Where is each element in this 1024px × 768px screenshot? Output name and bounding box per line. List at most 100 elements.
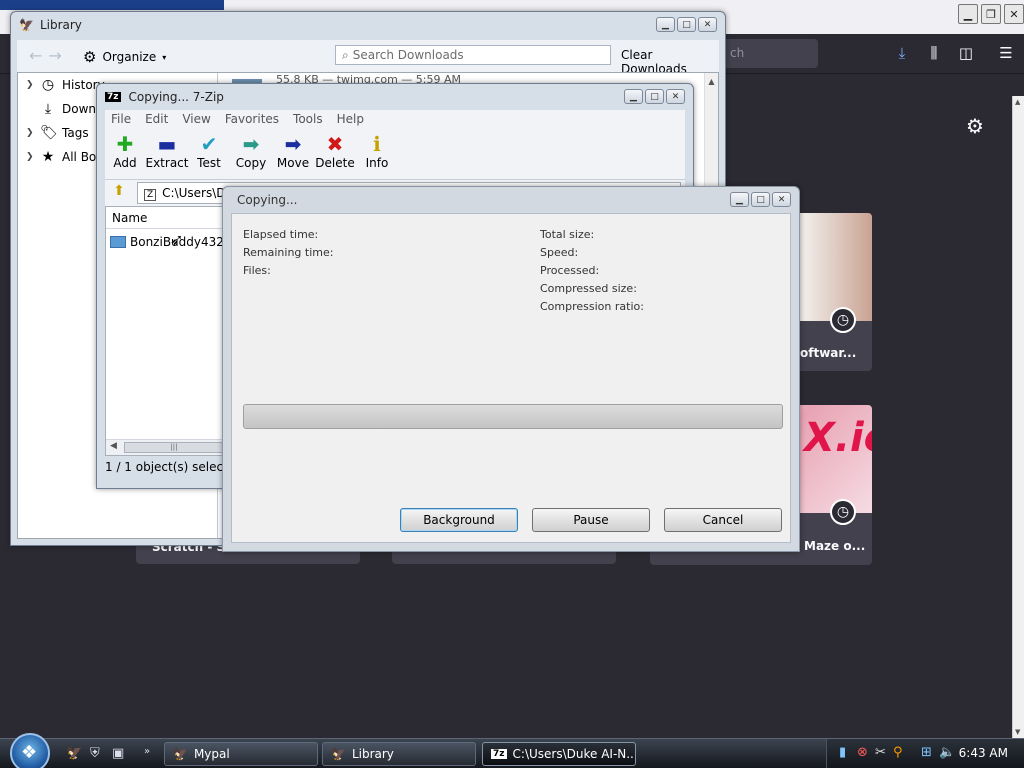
total-size-label: Total size:	[540, 228, 595, 241]
expand-icon[interactable]: ❯	[26, 152, 34, 162]
move-button[interactable]: ➡ Move	[273, 132, 313, 170]
tree-item-history[interactable]: ❯ ◷ History	[26, 77, 105, 93]
close-icon[interactable]: ✕	[1004, 4, 1024, 24]
tray-app-icon[interactable]: ▮	[839, 745, 846, 760]
delete-icon: ✖	[326, 132, 344, 156]
scroll-left-icon[interactable]: ◀	[110, 441, 117, 451]
folder-up-icon[interactable]: ⬆	[109, 183, 129, 203]
mouse-cursor-icon: ➶	[170, 230, 184, 249]
restore-icon[interactable]: ❐	[981, 4, 1001, 24]
remaining-time-label: Remaining time:	[243, 246, 334, 259]
tray-error-icon[interactable]: ⊗	[857, 745, 868, 760]
tray-tools-icon[interactable]: ✂	[875, 745, 886, 760]
gear-icon[interactable]: ⚙	[966, 114, 984, 138]
archive-icon: Z	[144, 189, 157, 201]
pause-button[interactable]: Pause	[532, 508, 650, 532]
task-label: C:\Users\Duke AI-N...	[512, 747, 636, 761]
sidebar-icon[interactable]: ◫	[956, 44, 976, 62]
extract-button[interactable]: ▬ Extract	[145, 132, 189, 170]
delete-button[interactable]: ✖ Delete	[313, 132, 357, 170]
menu-help[interactable]: Help	[337, 112, 364, 126]
browser-window-controls: ▁ ❐ ✕	[958, 4, 1024, 24]
quicklaunch-more-icon[interactable]: »	[144, 746, 150, 757]
clock-icon: ◷	[830, 499, 856, 525]
close-icon[interactable]: ✕	[666, 89, 685, 104]
scrollbar-thumb[interactable]: |||	[124, 442, 224, 453]
browser-search-input[interactable]: ch	[722, 39, 818, 68]
download-icon[interactable]: ⤓	[892, 44, 912, 62]
browser-scrollbar[interactable]: ▲ ▼	[1012, 96, 1024, 738]
taskbar-item-mypal[interactable]: 🦅 Mypal	[164, 742, 318, 766]
taskbar-clock[interactable]: 6:43 AM	[959, 746, 1008, 760]
add-label: Add	[113, 156, 137, 170]
library-titlebar[interactable]: 🦅 Library	[11, 12, 725, 38]
add-button[interactable]: ✚ Add	[105, 132, 145, 170]
library-app-icon: 🦅	[19, 18, 34, 32]
7zip-titlebar[interactable]: 7z Copying... 7-Zip	[97, 84, 693, 110]
background-button[interactable]: Background	[400, 508, 518, 532]
minimize-icon[interactable]: ▁	[656, 17, 675, 32]
copy-button[interactable]: ➡ Copy	[231, 132, 271, 170]
7zip-menubar: File Edit View Favorites Tools Help	[105, 110, 685, 128]
expand-icon[interactable]: ❯	[26, 80, 34, 90]
menu-icon[interactable]: ☰	[996, 44, 1016, 62]
move-label: Move	[276, 156, 310, 170]
minimize-icon[interactable]: ▁	[730, 192, 749, 207]
menu-file[interactable]: File	[111, 112, 131, 126]
minimize-icon[interactable]: ▁	[958, 4, 978, 24]
tray-search-icon[interactable]: ⚲	[893, 745, 903, 760]
library-window-controls: ▁ □ ✕	[656, 17, 717, 32]
copying-title: Copying...	[237, 193, 298, 207]
progress-bar	[243, 404, 783, 429]
scroll-up-icon[interactable]: ▲	[705, 77, 718, 86]
cancel-button[interactable]: Cancel	[664, 508, 782, 532]
taskbar-item-7zip[interactable]: 7z C:\Users\Duke AI-N...	[482, 742, 636, 766]
copying-dialog: Copying... ▁ □ ✕ Elapsed time: Remaining…	[222, 186, 800, 552]
tree-item-label: Tags	[62, 126, 89, 140]
quicklaunch-shield-icon[interactable]: ⛨	[90, 746, 100, 761]
search-input[interactable]: ⌕ Search Downloads	[335, 45, 611, 65]
scroll-down-icon[interactable]: ▼	[1015, 728, 1020, 736]
library-toolbar: ←→ ⚙ Organize ▾ ⌕ Search Downloads Clear …	[17, 40, 719, 76]
network-icon[interactable]: ⊞	[921, 745, 932, 760]
back-forward-icon[interactable]: ←→	[29, 46, 68, 65]
menu-edit[interactable]: Edit	[145, 112, 168, 126]
minimize-icon[interactable]: ▁	[624, 89, 643, 104]
expand-icon[interactable]: ❯	[26, 128, 34, 138]
menu-view[interactable]: View	[182, 112, 210, 126]
close-icon[interactable]: ✕	[698, 17, 717, 32]
maximize-icon[interactable]: □	[677, 17, 696, 32]
delete-label: Delete	[315, 156, 355, 170]
taskbar-item-library[interactable]: 🦅 Library	[322, 742, 476, 766]
library-icon[interactable]: ⫼	[924, 44, 944, 62]
organize-button[interactable]: ⚙ Organize ▾	[83, 48, 166, 66]
search-icon: ⌕	[342, 48, 349, 62]
organize-label: Organize	[102, 50, 157, 64]
files-label: Files:	[243, 264, 271, 277]
scroll-up-icon[interactable]: ▲	[1015, 98, 1020, 106]
history-icon: ◷	[41, 77, 55, 93]
processed-label: Processed:	[540, 264, 600, 277]
maximize-icon[interactable]: □	[751, 192, 770, 207]
test-label: Test	[197, 156, 221, 170]
start-button[interactable]: ❖	[10, 733, 50, 768]
copying-titlebar[interactable]: Copying...	[223, 187, 799, 213]
info-button[interactable]: ℹ Info	[357, 132, 397, 170]
quicklaunch-desktop-icon[interactable]: ▣	[112, 746, 124, 761]
menu-favorites[interactable]: Favorites	[225, 112, 279, 126]
compression-ratio-label: Compression ratio:	[540, 300, 644, 313]
extract-icon: ▬	[157, 132, 177, 156]
tree-item-tags[interactable]: ❯ 🏷 Tags	[26, 125, 89, 141]
tag-icon: 🏷	[40, 125, 58, 141]
copying-window-controls: ▁ □ ✕	[730, 192, 791, 207]
taskbar: ❖ 🦅 ⛨ ▣ » 🦅 Mypal 🦅 Library 7z C:\Users\…	[0, 733, 1024, 768]
volume-icon[interactable]: 🔈	[939, 745, 955, 760]
menu-tools[interactable]: Tools	[293, 112, 323, 126]
quicklaunch-browser-icon[interactable]: 🦅	[66, 746, 82, 761]
close-icon[interactable]: ✕	[772, 192, 791, 207]
tile-title: Maze o...	[804, 539, 866, 553]
system-tray: ▮ ⊗ ✂ ⚲ ⊞ 🔈 6:43 AM	[826, 739, 1024, 768]
maximize-icon[interactable]: □	[645, 89, 664, 104]
7zip-icon: 7z	[491, 749, 507, 759]
test-button[interactable]: ✔ Test	[189, 132, 229, 170]
